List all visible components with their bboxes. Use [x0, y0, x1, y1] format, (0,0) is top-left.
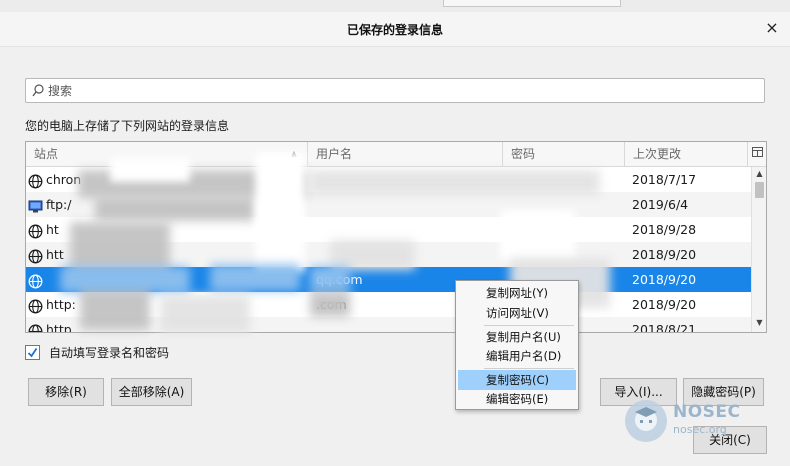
- remove-all-button[interactable]: 全部移除(A): [111, 378, 192, 406]
- menu-item-copy-url[interactable]: 复制网址(Y): [458, 283, 576, 303]
- search-box[interactable]: [25, 78, 765, 103]
- remove-button[interactable]: 移除(R): [28, 378, 104, 406]
- row-site: htt: [46, 247, 64, 262]
- description-text: 您的电脑上存储了下列网站的登录信息: [25, 119, 230, 133]
- import-button[interactable]: 导入(I)...: [600, 378, 677, 406]
- table-row[interactable]: http: .com 2018/9/20: [26, 292, 751, 317]
- scroll-down-arrow-icon[interactable]: ▼: [752, 316, 766, 330]
- row-last-changed: 2018/9/20: [632, 247, 697, 262]
- hide-passwords-button[interactable]: 隐藏密码(P): [683, 378, 764, 406]
- menu-item-copy-username[interactable]: 复制用户名(U): [458, 327, 576, 347]
- row-last-changed: 2019/6/4: [632, 197, 689, 212]
- globe-icon: [28, 297, 43, 314]
- row-site: chron: [46, 172, 82, 187]
- row-last-changed: 2018/8/21: [632, 322, 697, 332]
- row-site: http: [46, 322, 72, 332]
- table-scrollbar[interactable]: ▲ ▼: [751, 167, 766, 332]
- column-header-site[interactable]: 站点 ▲: [26, 142, 308, 166]
- menu-item-edit-username[interactable]: 编辑用户名(D): [458, 346, 576, 366]
- table-row[interactable]: ftp:/ 2019/6/4: [26, 192, 751, 217]
- table-row[interactable]: http 2018/8/21: [26, 317, 751, 332]
- table-header: 站点 ▲ 用户名 密码 上次更改: [26, 142, 766, 167]
- menu-separator: [484, 325, 574, 326]
- table-row[interactable]: htt 2018/9/20: [26, 242, 751, 267]
- background-window-edge: [443, 0, 621, 7]
- row-site: ftp:/: [46, 197, 72, 212]
- menu-item-edit-password[interactable]: 编辑密码(E): [458, 389, 576, 409]
- column-header-password[interactable]: 密码: [503, 142, 625, 166]
- table-row-selected[interactable]: qq.com 2018/9/20: [26, 267, 751, 292]
- row-username: [316, 167, 496, 192]
- ftp-monitor-icon: [28, 197, 43, 213]
- table-row[interactable]: ht 2018/9/28: [26, 217, 751, 242]
- globe-icon: [28, 222, 43, 239]
- menu-item-copy-password[interactable]: 复制密码(C): [458, 370, 576, 390]
- row-username: [316, 217, 496, 242]
- globe-icon: [28, 322, 43, 332]
- row-site: [46, 267, 301, 292]
- scroll-up-arrow-icon[interactable]: ▲: [752, 167, 766, 181]
- autofill-label: 自动填写登录名和密码: [49, 346, 170, 360]
- dialog-title: 已保存的登录信息: [346, 23, 443, 37]
- table-row[interactable]: chron 2018/7/17: [26, 167, 751, 192]
- column-header-last-changed[interactable]: 上次更改: [625, 142, 748, 166]
- row-last-changed: 2018/7/17: [632, 172, 697, 187]
- close-icon[interactable]: ×: [762, 18, 782, 38]
- close-button[interactable]: 关闭(C): [693, 426, 767, 454]
- globe-icon: [28, 172, 43, 189]
- context-menu: 复制网址(Y) 访问网址(V) 复制用户名(U) 编辑用户名(D) 复制密码(C…: [455, 280, 579, 410]
- table-body: chron 2018/7/17 ftp:/ 2019/6/4 ht 2018/9…: [26, 167, 751, 332]
- scrollbar-thumb[interactable]: [755, 182, 764, 198]
- row-username: [316, 192, 496, 217]
- column-header-site-label: 站点: [34, 147, 59, 161]
- menu-separator: [484, 368, 574, 369]
- sort-ascending-icon: ▲: [290, 149, 297, 158]
- row-last-changed: 2018/9/28: [632, 222, 697, 237]
- logins-table: 站点 ▲ 用户名 密码 上次更改 chron 2018/7/17 ftp:/ 2…: [25, 141, 767, 333]
- row-site: http:: [46, 297, 76, 312]
- row-last-changed: 2018/9/20: [632, 297, 697, 312]
- dialog-titlebar: 已保存的登录信息 ×: [0, 12, 790, 47]
- search-input[interactable]: [48, 81, 748, 100]
- top-window-strip: [0, 0, 790, 12]
- checkmark-icon: [27, 348, 38, 358]
- row-username: [316, 242, 496, 267]
- globe-icon: [28, 272, 43, 289]
- search-icon: [32, 84, 44, 97]
- row-site: ht: [46, 222, 59, 237]
- autofill-checkbox[interactable]: [25, 345, 40, 360]
- row-last-changed: 2018/9/20: [632, 272, 697, 287]
- column-picker-icon[interactable]: [748, 142, 766, 166]
- column-header-username[interactable]: 用户名: [308, 142, 503, 166]
- globe-icon: [28, 247, 43, 264]
- menu-item-visit-url[interactable]: 访问网址(V): [458, 303, 576, 323]
